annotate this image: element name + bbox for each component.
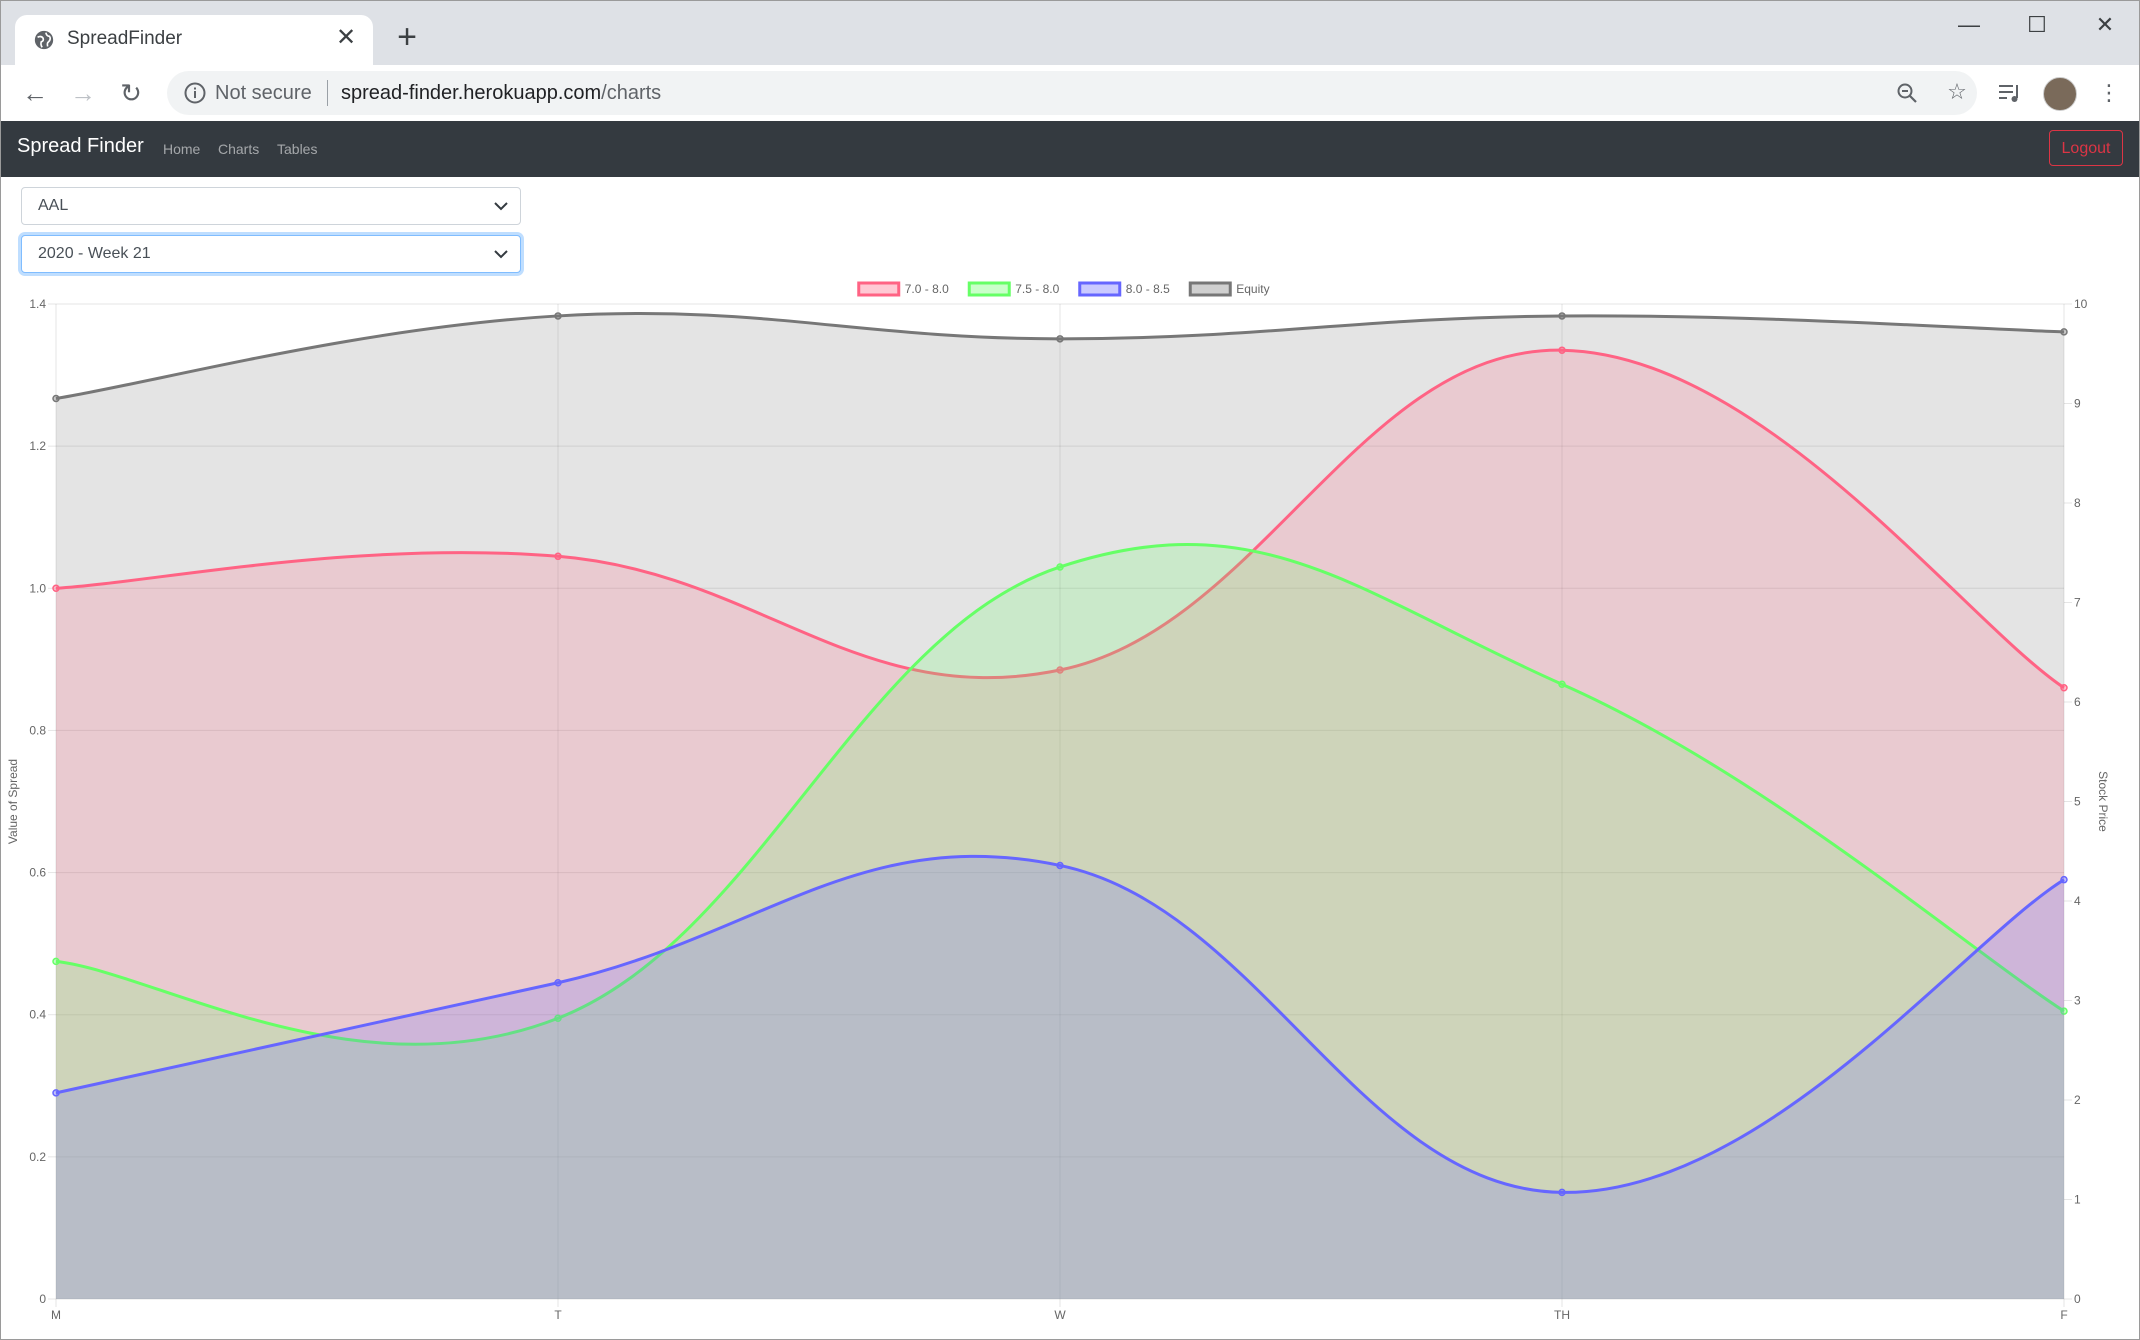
x-tick-label: TH [1554, 1308, 1570, 1322]
legend-swatch [967, 281, 1011, 297]
back-arrow-icon[interactable]: ← [17, 75, 53, 111]
tab-title: SpreadFinder [67, 28, 183, 49]
data-point-equity [554, 312, 562, 320]
data-point-8-0-8-5 [2060, 875, 2068, 884]
y2-axis-title: Stock Price [2096, 771, 2110, 832]
reload-icon[interactable]: ↻ [113, 75, 149, 111]
data-point-8-0-8-5 [1056, 861, 1064, 870]
y2-tick-label: 6 [2074, 695, 2081, 709]
ticker-select-value: AAL [38, 197, 69, 214]
maximize-button[interactable]: ☐ [2007, 5, 2067, 45]
legend-label: 7.5 - 8.0 [1015, 282, 1059, 296]
forward-arrow-icon[interactable]: → [65, 75, 101, 111]
legend-label: Equity [1236, 282, 1269, 296]
x-tick-label: F [2060, 1308, 2067, 1322]
nav-tables-link[interactable]: Tables [277, 141, 317, 157]
y2-tick-label: 8 [2074, 496, 2081, 510]
browser-window: SpreadFinder ✕ + — ☐ ✕ ← → ↻ Not secure … [0, 0, 2140, 1340]
window-close-button[interactable]: ✕ [2075, 5, 2135, 45]
data-point-equity [1056, 335, 1064, 343]
data-point-7-0-8-0 [1558, 346, 1566, 354]
url-host: spread-finder.herokuapp.com [341, 82, 602, 104]
data-point-equity [2060, 328, 2068, 336]
media-queue-icon[interactable] [1997, 81, 2023, 105]
data-point-equity [1558, 312, 1566, 320]
legend-swatch [1078, 281, 1122, 297]
y-axis-title: Value of Spread [6, 759, 20, 844]
y-tick-label: 1.2 [29, 439, 46, 453]
data-point-8-0-8-5 [554, 978, 562, 987]
star-icon[interactable]: ☆ [1941, 76, 1973, 108]
y-tick-label: 1.0 [29, 581, 46, 595]
omnibox-divider [327, 80, 328, 106]
nav-home-link[interactable]: Home [163, 141, 200, 157]
data-point-equity [52, 394, 60, 403]
profile-avatar[interactable] [2043, 77, 2077, 111]
browser-toolbar: ← → ↻ Not secure spread-finder.herokuapp… [1, 65, 2139, 122]
y2-tick-label: 7 [2074, 596, 2081, 610]
data-point-8-0-8-5 [52, 1089, 60, 1097]
minimize-button[interactable]: — [1939, 5, 1999, 45]
info-icon [184, 82, 206, 104]
spread-chart: 0 0.2 0.4 0.6 0.8 1.0 1.2 1.4 0 1 2 3 4 5 6 7 8 9 10 M T W TH F… [6, 281, 2110, 1322]
new-tab-button[interactable]: + [391, 20, 423, 54]
y2-tick-label: 9 [2074, 397, 2081, 411]
y-tick-label: 0.6 [29, 866, 46, 880]
y2-tick-label: 3 [2074, 994, 2081, 1008]
security-label: Not secure [215, 82, 312, 104]
y2-tick-label: 4 [2074, 894, 2081, 908]
logout-button[interactable]: Logout [2049, 130, 2123, 166]
more-menu-icon[interactable]: ⋮ [2093, 77, 2125, 109]
brand-link[interactable]: Spread Finder [17, 135, 144, 158]
url-path: /charts [601, 82, 662, 104]
chevron-down-icon [494, 250, 508, 259]
week-select[interactable]: 2020 - Week 21 [21, 235, 521, 273]
y-tick-label: 0.2 [29, 1150, 46, 1164]
browser-tab[interactable]: SpreadFinder ✕ [15, 15, 373, 65]
data-point-7-0-8-0 [554, 552, 562, 561]
data-point-7-0-8-0 [52, 584, 60, 593]
chevron-down-icon [494, 202, 508, 211]
app-navbar: Spread Finder Home Charts Tables Logout [1, 121, 2139, 177]
y-tick-label: 0 [39, 1292, 46, 1306]
y-tick-label: 0.8 [29, 723, 46, 737]
x-tick-label: T [554, 1308, 562, 1322]
data-point-8-0-8-5 [1558, 1188, 1566, 1197]
y-tick-label: 0.4 [29, 1008, 46, 1022]
data-point-7-5-8-0 [52, 957, 60, 966]
globe-icon [34, 30, 54, 50]
data-point-7-0-8-0 [2060, 684, 2068, 692]
x-tick-label: M [51, 1308, 61, 1322]
legend-label: 8.0 - 8.5 [1126, 282, 1170, 296]
legend-label: 7.0 - 8.0 [905, 282, 949, 296]
y-tick-label: 1.4 [29, 297, 46, 311]
week-select-value: 2020 - Week 21 [38, 245, 151, 262]
y2-tick-label: 10 [2074, 297, 2088, 311]
y2-tick-label: 2 [2074, 1093, 2081, 1107]
y2-tick-label: 5 [2074, 795, 2081, 809]
y2-tick-label: 1 [2074, 1193, 2081, 1207]
x-tick-label: W [1054, 1308, 1066, 1322]
tab-strip: SpreadFinder ✕ + — ☐ ✕ [1, 1, 2139, 65]
url-text[interactable]: spread-finder.herokuapp.com/charts [341, 82, 661, 105]
data-point-7-5-8-0 [1558, 680, 1566, 688]
ticker-select[interactable]: AAL [21, 187, 521, 225]
nav-charts-link[interactable]: Charts [218, 141, 259, 157]
data-point-7-5-8-0 [1056, 563, 1064, 571]
y2-tick-label: 0 [2074, 1292, 2081, 1306]
legend-swatch [857, 281, 901, 297]
address-bar[interactable]: Not secure spread-finder.herokuapp.com/c… [167, 71, 1977, 115]
legend-swatch [1188, 281, 1232, 297]
zoom-out-icon[interactable] [1895, 81, 1919, 105]
tab-close-icon[interactable]: ✕ [333, 25, 359, 51]
